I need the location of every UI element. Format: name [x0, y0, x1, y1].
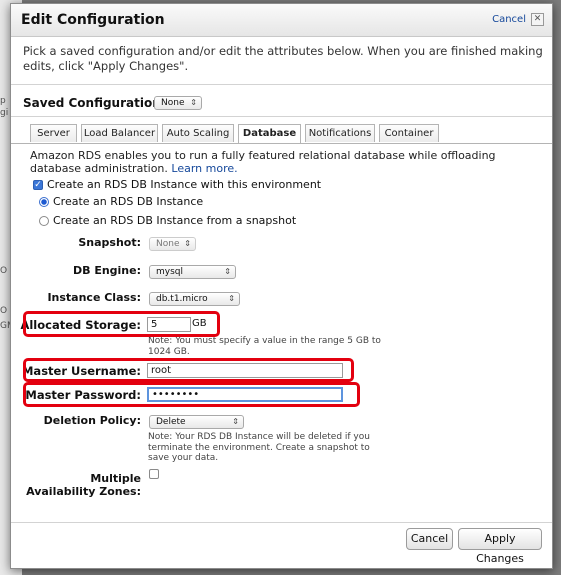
dialog-intro-text: Pick a saved configuration and/or edit t…	[23, 44, 543, 73]
divider	[11, 522, 552, 523]
radio-create-new-label: Create an RDS DB Instance	[53, 195, 204, 208]
dialog-titlebar: Edit Configuration Cancel ✕	[11, 4, 552, 37]
snapshot-label: Snapshot:	[78, 236, 141, 249]
db-engine-label: DB Engine:	[72, 264, 141, 277]
multi-az-label-line2: Availability Zones:	[26, 485, 141, 498]
radio-from-snapshot[interactable]	[39, 216, 49, 226]
instance-class-value: db.t1.micro	[156, 294, 208, 304]
radio-create-new[interactable]	[39, 197, 49, 207]
select-arrow-icon: ⇕	[228, 294, 235, 303]
tab-container[interactable]: Container	[379, 124, 439, 142]
snapshot-value: None	[156, 239, 180, 249]
create-rds-checkbox-label: Create an RDS DB Instance with this envi…	[47, 178, 322, 191]
close-icon[interactable]: ✕	[531, 13, 544, 26]
deletion-policy-value: Delete	[156, 417, 186, 427]
saved-configurations-select[interactable]: None ⇕	[154, 96, 202, 110]
tab-load-balancer[interactable]: Load Balancer	[81, 124, 158, 142]
deletion-policy-select[interactable]: Delete ⇕	[149, 415, 244, 429]
select-arrow-icon: ⇕	[190, 98, 197, 107]
deletion-policy-note: Note: Your RDS DB Instance will be delet…	[148, 432, 370, 463]
learn-more-link[interactable]: Learn more.	[171, 162, 237, 175]
instance-class-label: Instance Class:	[47, 291, 141, 304]
background-text: O	[0, 306, 8, 316]
tab-server[interactable]: Server	[30, 124, 77, 142]
instance-class-select[interactable]: db.t1.micro ⇕	[149, 292, 240, 306]
divider	[11, 84, 552, 85]
highlight-allocated-storage	[23, 311, 220, 337]
radio-from-snapshot-label: Create an RDS DB Instance from a snapsho…	[53, 214, 297, 227]
select-arrow-icon: ⇕	[232, 417, 239, 426]
saved-configurations-label: Saved Configurations:	[23, 96, 173, 110]
snapshot-select[interactable]: None ⇕	[149, 237, 196, 251]
tab-notifications[interactable]: Notifications	[305, 124, 375, 142]
divider	[11, 116, 552, 117]
select-arrow-icon: ⇕	[224, 267, 231, 276]
create-rds-checkbox[interactable]: ✓	[33, 180, 43, 190]
background-text: p	[0, 96, 6, 106]
cancel-button[interactable]: Cancel	[406, 528, 453, 550]
tab-auto-scaling[interactable]: Auto Scaling	[162, 124, 234, 142]
tab-database[interactable]: Database	[238, 124, 301, 144]
multi-az-label-line1: Multiple	[90, 472, 141, 485]
database-description: Amazon RDS enables you to run a fully fe…	[30, 149, 550, 175]
database-description-text: Amazon RDS enables you to run a fully fe…	[30, 149, 496, 175]
dialog-title: Edit Configuration	[21, 12, 165, 28]
apply-changes-button[interactable]: Apply Changes	[458, 528, 542, 565]
tab-underline	[11, 143, 552, 144]
db-engine-value: mysql	[156, 267, 183, 277]
allocated-storage-note: Note: You must specify a value in the ra…	[148, 336, 381, 357]
edit-configuration-dialog: Edit Configuration Cancel ✕ Pick a saved…	[10, 3, 553, 569]
cancel-link[interactable]: Cancel	[492, 14, 526, 25]
db-engine-select[interactable]: mysql ⇕	[149, 265, 236, 279]
saved-configurations-value: None	[161, 98, 185, 108]
highlight-master-username	[23, 358, 354, 382]
highlight-master-password	[23, 382, 360, 407]
deletion-policy-label: Deletion Policy:	[43, 414, 141, 427]
multi-az-checkbox[interactable]	[149, 469, 159, 479]
select-arrow-icon: ⇕	[184, 239, 191, 248]
background-text: gi	[0, 108, 9, 118]
background-text: O	[0, 266, 8, 276]
